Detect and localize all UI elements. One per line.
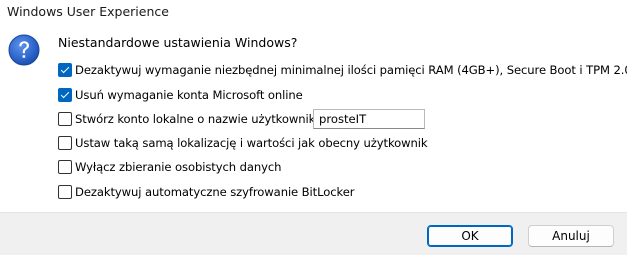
checkbox-create-local-account[interactable] <box>58 112 72 126</box>
option-label: Ustaw taką samą lokalizację i wartości j… <box>75 136 428 150</box>
checkbox-remove-online-account[interactable] <box>58 88 72 102</box>
dialog-heading: Niestandardowe ustawienia Windows? <box>58 35 298 50</box>
window-title: Windows User Experience <box>7 4 169 19</box>
option-label: Wyłącz zbieranie osobistych danych <box>75 160 282 174</box>
option-label: Stwórz konto lokalne o nazwie użytkownik… <box>75 112 326 126</box>
option-disable-data-collection[interactable]: Wyłącz zbieranie osobistych danych <box>58 159 281 175</box>
username-input[interactable] <box>313 109 425 129</box>
option-remove-online-account[interactable]: Usuń wymaganie konta Microsoft online <box>58 87 303 103</box>
dialog-window: Windows User Experience Niestandardowe u… <box>0 0 627 255</box>
option-copy-locale[interactable]: Ustaw taką samą lokalizację i wartości j… <box>58 135 428 151</box>
ok-button[interactable]: OK <box>427 225 513 247</box>
checkbox-disable-hardware-requirements[interactable] <box>58 63 72 77</box>
title-bar[interactable]: Windows User Experience <box>0 0 627 26</box>
option-label: Dezaktywuj wymaganie niezbędnej minimaln… <box>75 63 627 77</box>
button-bar: OK Anuluj <box>0 212 627 255</box>
checkbox-disable-bitlocker[interactable] <box>58 185 72 199</box>
question-icon <box>8 34 40 66</box>
option-label: Usuń wymaganie konta Microsoft online <box>75 88 303 102</box>
checkbox-copy-locale[interactable] <box>58 136 72 150</box>
checkbox-disable-data-collection[interactable] <box>58 160 72 174</box>
option-disable-bitlocker[interactable]: Dezaktywuj automatyczne szyfrowanie BitL… <box>58 184 355 200</box>
cancel-button[interactable]: Anuluj <box>528 225 614 247</box>
option-disable-hardware-requirements[interactable]: Dezaktywuj wymaganie niezbędnej minimaln… <box>58 62 627 78</box>
option-create-local-account[interactable]: Stwórz konto lokalne o nazwie użytkownik… <box>58 111 326 127</box>
option-label: Dezaktywuj automatyczne szyfrowanie BitL… <box>75 185 355 199</box>
